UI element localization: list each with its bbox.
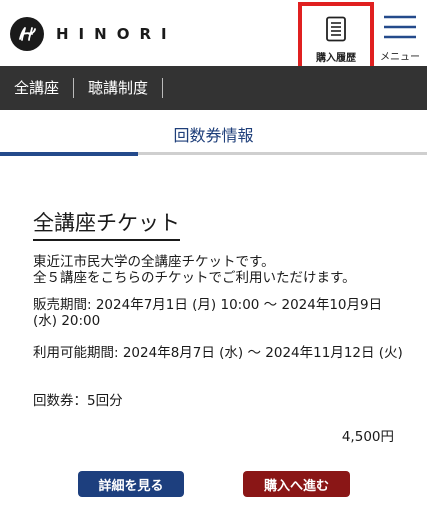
ticket-title: 全講座チケット bbox=[33, 207, 180, 241]
hamburger-menu-icon bbox=[382, 14, 418, 44]
usage-period: 利用可能期間: 2024年8月7日 (水) 〜 2024年11月12日 (火) bbox=[33, 345, 403, 361]
purchase-history-button[interactable]: 購入履歴 bbox=[298, 2, 374, 74]
view-details-button[interactable]: 詳細を見る bbox=[78, 471, 184, 497]
proceed-to-purchase-button[interactable]: 購入へ進む bbox=[243, 471, 350, 497]
menu-label: メニュー bbox=[380, 52, 420, 63]
purchase-history-label: 購入履歴 bbox=[316, 53, 356, 64]
hinori-logo-icon bbox=[10, 17, 44, 51]
site-header: HINORI 購入履歴 メニュー bbox=[0, 0, 427, 74]
tab-active-indicator bbox=[0, 152, 138, 156]
ticket-description: 東近江市民大学の全講座チケットです。 全５講座をこちらのチケットでご利用いただけ… bbox=[33, 254, 403, 286]
logo-text: HINORI bbox=[56, 25, 177, 43]
ticket-count: 回数券：5回分 bbox=[33, 393, 123, 409]
site-logo[interactable]: HINORI bbox=[10, 16, 177, 52]
ticket-price: 4,500円 bbox=[341, 429, 394, 445]
menu-button[interactable]: メニュー bbox=[376, 14, 424, 63]
tab-coupon-info[interactable]: 回数券情報 bbox=[0, 122, 427, 146]
description-line-1: 東近江市民大学の全講座チケットです。 bbox=[33, 254, 275, 270]
sale-period: 販売期間: 2024年7月1日 (月) 10:00 〜 2024年10月9日 (… bbox=[33, 297, 383, 329]
nav-item-all-courses[interactable]: 全講座 bbox=[0, 78, 75, 98]
tab-bar: 回数券情報 bbox=[0, 110, 427, 158]
category-nav: 全講座 聴講制度 bbox=[0, 66, 427, 110]
description-line-2: 全５講座をこちらのチケットでご利用いただけます。 bbox=[33, 270, 356, 286]
document-list-icon bbox=[325, 16, 347, 46]
nav-item-auditing[interactable]: 聴講制度 bbox=[74, 78, 164, 98]
